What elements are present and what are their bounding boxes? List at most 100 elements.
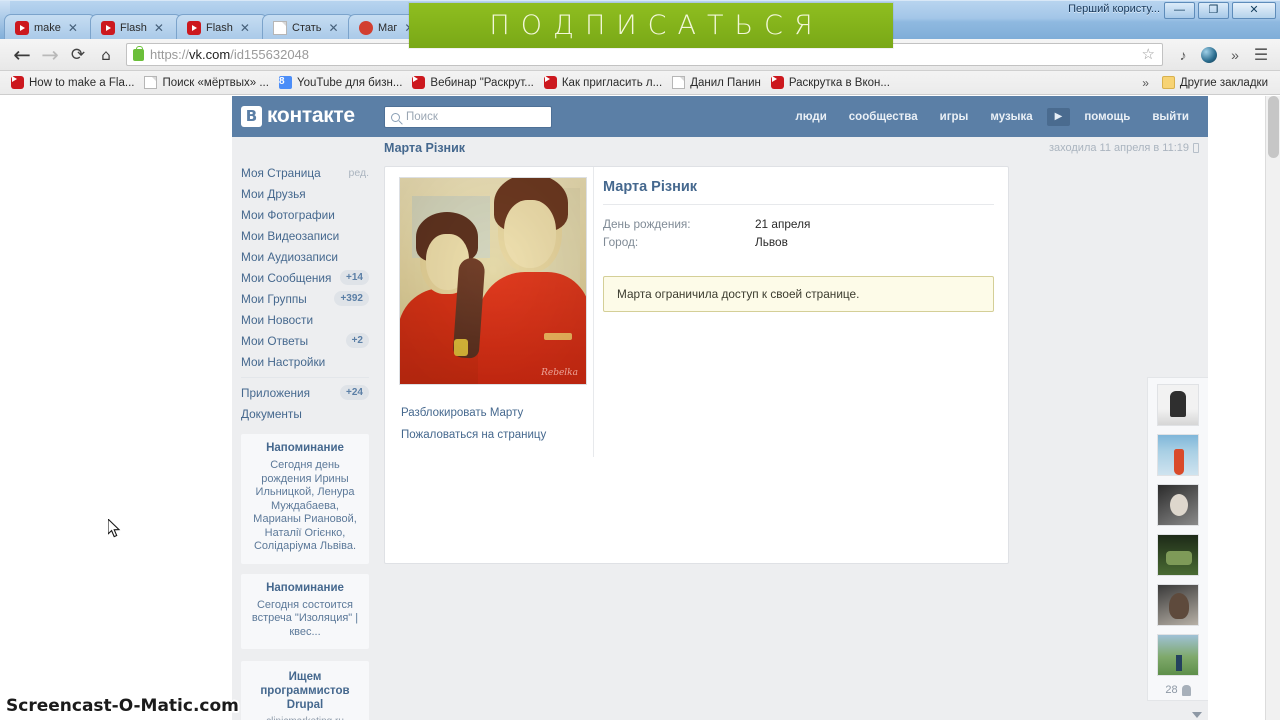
report-page-link[interactable]: Пожаловаться на страницу	[401, 429, 591, 441]
nav-people[interactable]: люди	[784, 106, 837, 128]
profile-photo[interactable]: Rebelka	[399, 177, 587, 385]
sidebar-item-my-news[interactable]: Мои Новости	[232, 309, 377, 330]
search-input[interactable]: Поиск	[384, 106, 552, 128]
reminder-block-1[interactable]: Напоминание Сегодня день рождения Ирины …	[241, 434, 369, 564]
rail-count: 28	[1165, 684, 1178, 696]
sidebar-item-my-answers[interactable]: Мои Ответы +2	[232, 330, 377, 351]
sidebar-item-my-groups[interactable]: Мои Группы +392	[232, 288, 377, 309]
nav-communities[interactable]: сообщества	[838, 106, 929, 128]
sidebar-item-label: Мои Группы	[241, 291, 307, 306]
browser-tab-1[interactable]: make ✕	[4, 14, 96, 40]
nav-play-icon[interactable]: ▶	[1046, 107, 1071, 126]
browser-tab-2[interactable]: Flash ✕	[90, 14, 182, 40]
person-icon	[1181, 684, 1191, 696]
bookmarks-overflow-icon[interactable]: »	[1132, 76, 1159, 90]
rail-thumb-1[interactable]	[1157, 384, 1199, 426]
minimize-button[interactable]: —	[1164, 2, 1195, 19]
unblock-link[interactable]: Разблокировать Марту	[401, 407, 591, 419]
toolbar-overflow-icon[interactable]: »	[1223, 43, 1247, 67]
scrollbar-thumb[interactable]	[1268, 96, 1279, 158]
sidebar-item-label: Мои Сообщения	[241, 270, 332, 285]
sidebar-item-label: Мои Новости	[241, 312, 314, 327]
toolbar-right-icons: ♪ » ☰	[1171, 43, 1280, 67]
reminder-block-2[interactable]: Напоминание Сегодня состоится встреча "И…	[241, 573, 369, 649]
bookmark-star-icon[interactable]: ☆	[1142, 47, 1155, 62]
info-row-birthday: День рождения: 21 апреля	[603, 215, 994, 233]
search-icon	[391, 112, 400, 122]
sidebar-item-my-audio[interactable]: Мои Аудиозаписи	[232, 246, 377, 267]
tab-label: Flash	[120, 21, 147, 34]
rail-thumb-5[interactable]	[1157, 584, 1199, 626]
back-icon[interactable]: ←	[8, 41, 36, 69]
tab-label: Маг	[378, 21, 398, 34]
bookmark-item[interactable]: Раскрутка в Вкон...	[768, 74, 897, 91]
bookmark-item[interactable]: How to make a Fla...	[8, 74, 141, 91]
tab-close-icon[interactable]: ✕	[329, 22, 339, 34]
bookmark-item[interactable]: Поиск «мёртвых» ...	[141, 74, 275, 91]
profile-name: Марта Різник	[603, 179, 994, 205]
sidebar-edit-link[interactable]: ред.	[349, 167, 370, 179]
sidebar-item-my-settings[interactable]: Мои Настройки	[232, 351, 377, 372]
close-window-button[interactable]: ✕	[1232, 2, 1276, 19]
vk-logo[interactable]: В контакте	[241, 104, 355, 128]
sidebar-badge: +24	[340, 385, 369, 400]
music-extension-icon[interactable]: ♪	[1171, 43, 1195, 67]
youtube-icon	[543, 76, 557, 89]
nav-help[interactable]: помощь	[1073, 106, 1141, 128]
reminder-text: Сегодня состоится встреча "Изоляция" | к…	[251, 598, 359, 638]
info-value[interactable]: 21 апреля	[755, 215, 810, 233]
bookmark-label: How to make a Fla...	[29, 76, 135, 89]
rail-thumb-2[interactable]	[1157, 434, 1199, 476]
sidebar-ad[interactable]: Ищем программистов Drupal clinicmarketin…	[241, 661, 369, 720]
chevron-down-icon[interactable]	[1192, 712, 1202, 718]
bookmark-item[interactable]: Данил Панин	[669, 74, 768, 91]
mail-icon	[359, 20, 373, 35]
rail-thumb-3[interactable]	[1157, 484, 1199, 526]
vk-logo-mark: В	[241, 105, 262, 127]
reminder-text: Сегодня день рождения Ирины Ильницкой, Л…	[253, 459, 357, 552]
nav-logout[interactable]: выйти	[1141, 106, 1200, 128]
content-header: Марта Різник заходила 11 апреля в 11:19	[232, 137, 1208, 162]
sidebar-item-apps[interactable]: Приложения +24	[232, 382, 377, 403]
bookmark-label: Данил Панин	[690, 76, 761, 89]
ad-title: Ищем программистов Drupal	[260, 671, 350, 711]
sidebar-item-my-messages[interactable]: Мои Сообщения +14	[232, 267, 377, 288]
sidebar-item-my-videos[interactable]: Мои Видеозаписи	[232, 225, 377, 246]
vk-page: В контакте Поиск люди сообщества игры му…	[232, 96, 1208, 720]
vk-top-nav: люди сообщества игры музыка ▶ помощь вый…	[784, 96, 1200, 137]
extension-icon[interactable]	[1197, 43, 1221, 67]
bookmark-item[interactable]: 8 YouTube для бизн...	[276, 74, 409, 91]
rail-thumb-4[interactable]	[1157, 534, 1199, 576]
tab-close-icon[interactable]: ✕	[68, 22, 78, 34]
browser-tab-4[interactable]: Стать ✕	[262, 14, 354, 40]
nav-music[interactable]: музыка	[979, 106, 1043, 128]
maximize-button[interactable]: ❐	[1198, 2, 1229, 19]
browser-tab-3[interactable]: Flash ✕	[176, 14, 268, 40]
tab-label: Flash	[206, 21, 233, 34]
tab-close-icon[interactable]: ✕	[154, 22, 164, 34]
home-icon[interactable]: ⌂	[92, 41, 120, 69]
bookmark-item[interactable]: Вебинар "Раскрут...	[409, 74, 540, 91]
other-bookmarks-folder[interactable]: Другие закладки	[1159, 74, 1280, 91]
bookmarks-bar: How to make a Fla... Поиск «мёртвых» ...…	[0, 71, 1280, 95]
nav-games[interactable]: игры	[929, 106, 980, 128]
page-scrollbar[interactable]	[1265, 96, 1280, 720]
google-icon: 8	[278, 76, 292, 89]
info-value[interactable]: Львов	[755, 233, 788, 251]
bookmark-label: Поиск «мёртвых» ...	[162, 76, 269, 89]
url-scheme: https://	[150, 47, 190, 62]
forward-icon[interactable]: →	[36, 41, 64, 69]
tab-close-icon[interactable]: ✕	[240, 22, 250, 34]
reload-icon[interactable]: ⟳	[64, 41, 92, 69]
sidebar-item-my-photos[interactable]: Мои Фотографии	[232, 204, 377, 225]
rail-thumb-6[interactable]	[1157, 634, 1199, 676]
sidebar-item-my-page[interactable]: Моя Страница ред.	[232, 162, 377, 183]
bookmark-item[interactable]: Как пригласить л...	[541, 74, 669, 91]
subscribe-overlay-banner[interactable]: ПОДПИСАТЬСЯ	[409, 3, 893, 48]
sidebar-item-my-friends[interactable]: Мои Друзья	[232, 183, 377, 204]
browser-menu-icon[interactable]: ☰	[1249, 43, 1273, 67]
sidebar-item-documents[interactable]: Документы	[232, 403, 377, 424]
youtube-icon	[187, 20, 201, 35]
document-icon	[144, 76, 158, 89]
ad-url: clinicmarketing.ru	[247, 716, 363, 720]
